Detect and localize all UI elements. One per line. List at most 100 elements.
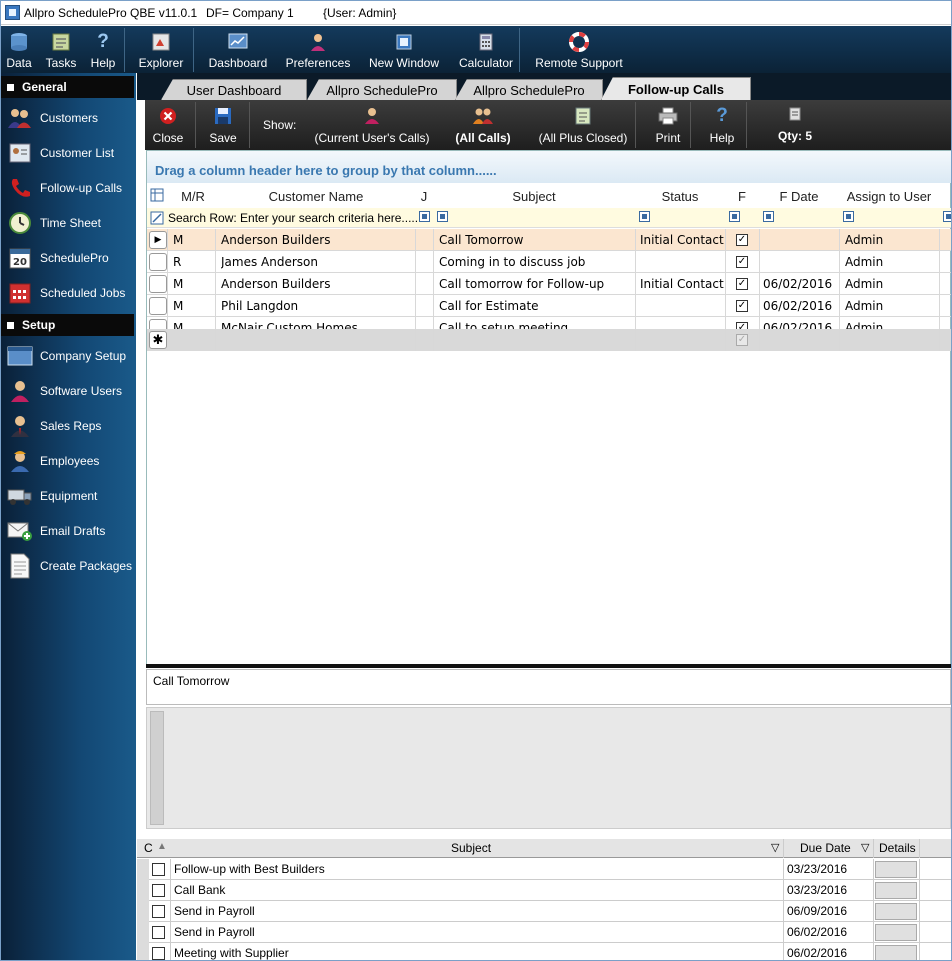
task-row[interactable]: Meeting with Supplier 06/02/2016 xyxy=(137,943,951,960)
task-details-button[interactable] xyxy=(875,861,917,878)
filter-icon[interactable] xyxy=(419,211,430,222)
task-complete-checkbox[interactable] xyxy=(152,863,165,876)
filter-funnel-icon[interactable]: ▽ xyxy=(771,841,779,854)
help-label: Help xyxy=(709,131,735,145)
current-users-calls-button[interactable]: (Current User's Calls) xyxy=(313,100,431,150)
new-window-button[interactable]: New Window xyxy=(365,26,443,73)
row-selector[interactable] xyxy=(149,297,167,315)
data-button[interactable]: Data xyxy=(3,26,35,73)
filter-funnel-icon[interactable]: ▽ xyxy=(861,841,869,854)
tab-allpro-schedulepro-2[interactable]: Allpro SchedulePro xyxy=(455,79,603,100)
column-header-f[interactable]: F xyxy=(725,189,759,204)
group-by-panel[interactable]: Drag a column header here to group by th… xyxy=(147,151,951,183)
qty-label: Qty: 5 xyxy=(777,129,812,143)
column-header-task-subject[interactable]: Subject xyxy=(451,841,491,855)
task-details-button[interactable] xyxy=(875,882,917,899)
task-details-button[interactable] xyxy=(875,924,917,941)
preferences-button[interactable]: Preferences xyxy=(283,26,353,73)
task-details-button[interactable] xyxy=(875,945,917,960)
column-header-due-date[interactable]: Due Date xyxy=(800,841,851,855)
task-complete-checkbox[interactable] xyxy=(152,926,165,939)
sidebar-item-schedulepro[interactable]: 20 SchedulePro xyxy=(1,241,136,275)
column-header-c[interactable]: C xyxy=(144,841,153,855)
filter-icon[interactable] xyxy=(843,211,854,222)
all-calls-button[interactable]: (All Calls) xyxy=(455,100,511,150)
sidebar-item-email-drafts[interactable]: Email Drafts xyxy=(1,514,136,548)
notes-scrollbar[interactable] xyxy=(150,711,164,825)
sidebar-setup-header[interactable]: Setup xyxy=(1,314,134,336)
table-row[interactable]: R James Anderson Coming in to discuss job ✓… xyxy=(147,251,951,273)
row-selector[interactable] xyxy=(149,253,167,271)
print-button[interactable]: Print xyxy=(647,100,689,150)
sidebar-general-header[interactable]: General xyxy=(1,76,134,98)
sidebar-item-create-packages[interactable]: Create Packages xyxy=(1,549,136,583)
task-complete-checkbox[interactable] xyxy=(152,947,165,960)
filter-icon[interactable] xyxy=(639,211,650,222)
sidebar-item-label: Customer List xyxy=(40,146,115,160)
sidebar-item-company-setup[interactable]: Company Setup xyxy=(1,339,136,373)
sidebar-item-customers[interactable]: Customers xyxy=(1,101,136,135)
column-header-mr[interactable]: M/R xyxy=(169,189,217,204)
tab-allpro-schedulepro-1[interactable]: Allpro SchedulePro xyxy=(307,79,457,100)
sidebar-item-software-users[interactable]: Software Users xyxy=(1,374,136,408)
save-button[interactable]: Save xyxy=(203,100,243,150)
task-row[interactable]: Send in Payroll 06/09/2016 xyxy=(137,901,951,922)
calculator-button[interactable]: Calculator xyxy=(455,26,517,73)
cell-subject: Call for Estimate xyxy=(439,299,539,313)
filter-icon[interactable] xyxy=(729,211,740,222)
sidebar-item-follow-up-calls[interactable]: Follow-up Calls xyxy=(1,171,136,205)
column-chooser-icon[interactable] xyxy=(150,188,164,202)
cell-f-checkbox[interactable]: ✓ xyxy=(736,278,748,290)
splitter[interactable] xyxy=(146,664,951,668)
cell-f-checkbox[interactable]: ✓ xyxy=(736,256,748,268)
close-label: Close xyxy=(152,131,184,145)
sidebar-item-customer-list[interactable]: Customer List xyxy=(1,136,136,170)
tab-user-dashboard[interactable]: User Dashboard xyxy=(161,79,307,100)
dashboard-button[interactable]: Dashboard xyxy=(204,26,272,73)
filter-icon[interactable] xyxy=(763,211,774,222)
task-details-button[interactable] xyxy=(875,903,917,920)
filter-icon[interactable] xyxy=(437,211,448,222)
column-header-assign-to-user[interactable]: Assign to User xyxy=(839,189,939,204)
tab-follow-up-calls[interactable]: Follow-up Calls xyxy=(601,77,751,100)
task-complete-checkbox[interactable] xyxy=(152,905,165,918)
table-row[interactable]: M Phil Langdon Call for Estimate ✓ 06/02/201… xyxy=(147,295,951,317)
help-button[interactable]: ? Help xyxy=(87,26,119,73)
sidebar-item-scheduled-jobs[interactable]: Scheduled Jobs xyxy=(1,276,136,310)
sidebar-item-equipment[interactable]: Equipment xyxy=(1,479,136,513)
sidebar-item-employees[interactable]: Employees xyxy=(1,444,136,478)
remote-support-button[interactable]: Remote Support xyxy=(533,26,625,73)
column-header-f-date[interactable]: F Date xyxy=(759,189,839,204)
notes-field[interactable]: Call Tomorrow xyxy=(146,669,951,705)
row-indicator xyxy=(137,880,149,901)
filter-icon[interactable] xyxy=(943,211,951,222)
table-row[interactable]: ▶ M Anderson Builders Call Tomorrow Initial … xyxy=(147,229,951,251)
column-header-j[interactable]: J xyxy=(415,189,433,204)
new-row-f-checkbox[interactable]: ✓ xyxy=(736,334,748,346)
row-selector[interactable] xyxy=(149,275,167,293)
row-selector[interactable]: ▶ xyxy=(149,231,167,249)
task-complete-checkbox[interactable] xyxy=(152,884,165,897)
column-header-status[interactable]: Status xyxy=(635,189,725,204)
sidebar-item-sales-reps[interactable]: Sales Reps xyxy=(1,409,136,443)
tasks-button[interactable]: Tasks xyxy=(43,26,79,73)
sidebar-item-time-sheet[interactable]: Time Sheet xyxy=(1,206,136,240)
cell-f-checkbox[interactable]: ✓ xyxy=(736,234,748,246)
task-row[interactable]: Follow-up with Best Builders 03/23/2016 xyxy=(137,859,951,880)
search-row[interactable]: Search Row: Enter your search criteria h… xyxy=(147,208,951,228)
new-row[interactable]: ✱ ✓ xyxy=(147,329,951,351)
column-header-subject[interactable]: Subject xyxy=(433,189,635,204)
table-row[interactable]: M Anderson Builders Call tomorrow for Foll… xyxy=(147,273,951,295)
column-header-customer-name[interactable]: Customer Name xyxy=(217,189,415,204)
task-row[interactable]: Send in Payroll 06/02/2016 xyxy=(137,922,951,943)
cell-f-checkbox[interactable]: ✓ xyxy=(736,300,748,312)
printer-icon xyxy=(658,106,678,126)
all-plus-closed-button[interactable]: (All Plus Closed) xyxy=(537,100,629,150)
task-row[interactable]: Call Bank 03/23/2016 xyxy=(137,880,951,901)
column-header-details[interactable]: Details xyxy=(879,841,916,855)
notes-detail-panel[interactable] xyxy=(146,707,951,829)
help-button-form[interactable]: ? Help xyxy=(701,100,743,150)
cell-assign-to-user: Admin xyxy=(845,299,884,313)
explorer-button[interactable]: Explorer xyxy=(135,26,187,73)
close-button[interactable]: Close xyxy=(147,100,189,150)
